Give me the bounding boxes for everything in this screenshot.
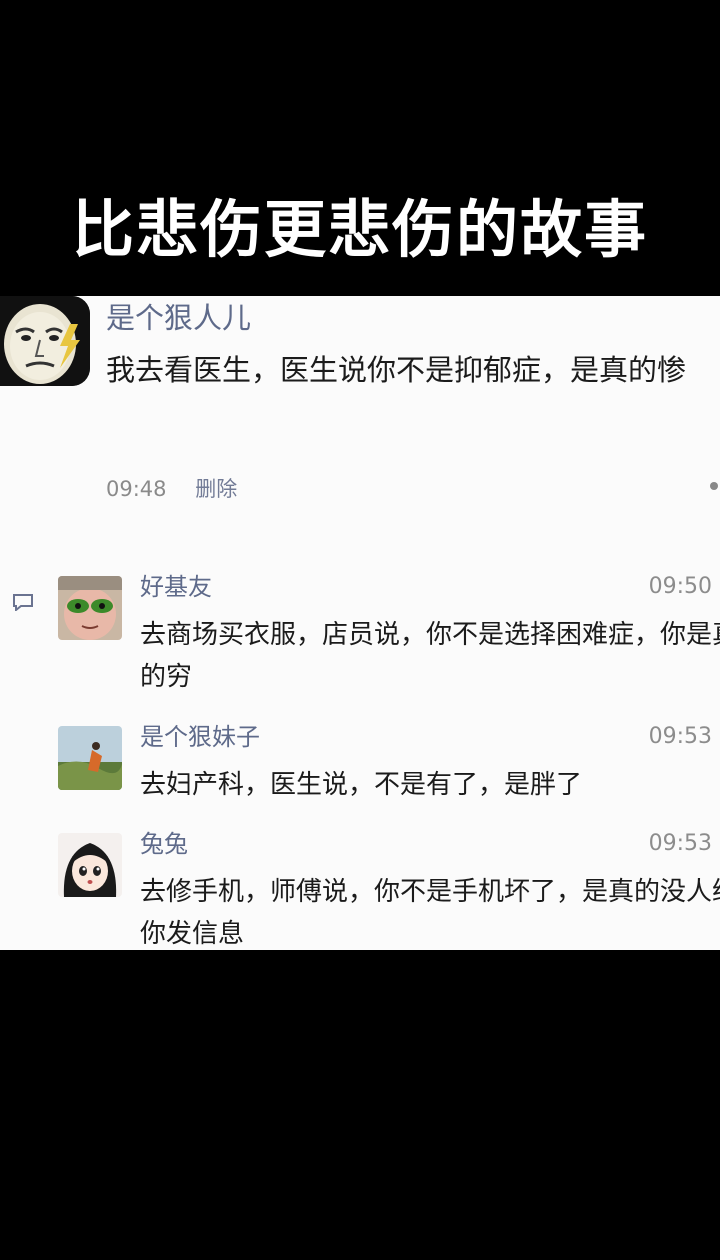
comment-avatar[interactable] [58, 726, 122, 790]
post-time: 09:48 [106, 477, 167, 501]
comment-avatar[interactable] [58, 576, 122, 640]
comment-text: 去妇产科，医生说，不是有了，是胖了 [140, 770, 583, 800]
meme-face-image [0, 296, 90, 386]
anime-girl-image [58, 833, 122, 897]
post-text: 我去看医生，医生说你不是抑郁症，是真的惨 [106, 353, 687, 387]
comment-text: 去修手机，师傅说，你不是手机坏了，是真的没人给你发信息 [140, 877, 720, 949]
post-meta: 09:48 删除 [106, 474, 259, 504]
comment-author[interactable]: 兔兔 [140, 827, 188, 861]
post-author[interactable]: 是个狠人儿 [106, 298, 251, 338]
delete-button[interactable]: 删除 [195, 477, 237, 501]
video-title: 比悲伤更悲伤的故事 [71, 193, 648, 266]
comment-time: 09:50 [648, 574, 712, 599]
comment-text: 去商场买衣服，店员说，你不是选择困难症，你是真的穷 [140, 620, 720, 692]
comment-time: 09:53 [648, 724, 712, 749]
comment-author[interactable]: 好基友 [140, 570, 212, 604]
more-icon[interactable] [710, 482, 718, 490]
comment-time: 09:53 [648, 831, 712, 856]
comment-icon[interactable] [12, 593, 34, 611]
comment-author[interactable]: 是个狠妹子 [140, 720, 260, 754]
chat-screenshot: 是个狠人儿 我去看医生，医生说你不是抑郁症，是真的惨 09:48 删除 好基友 … [0, 296, 720, 950]
landscape-image [58, 726, 122, 790]
alien-face-image [58, 576, 122, 640]
comment-avatar[interactable] [58, 833, 122, 897]
post-avatar[interactable] [0, 296, 90, 386]
